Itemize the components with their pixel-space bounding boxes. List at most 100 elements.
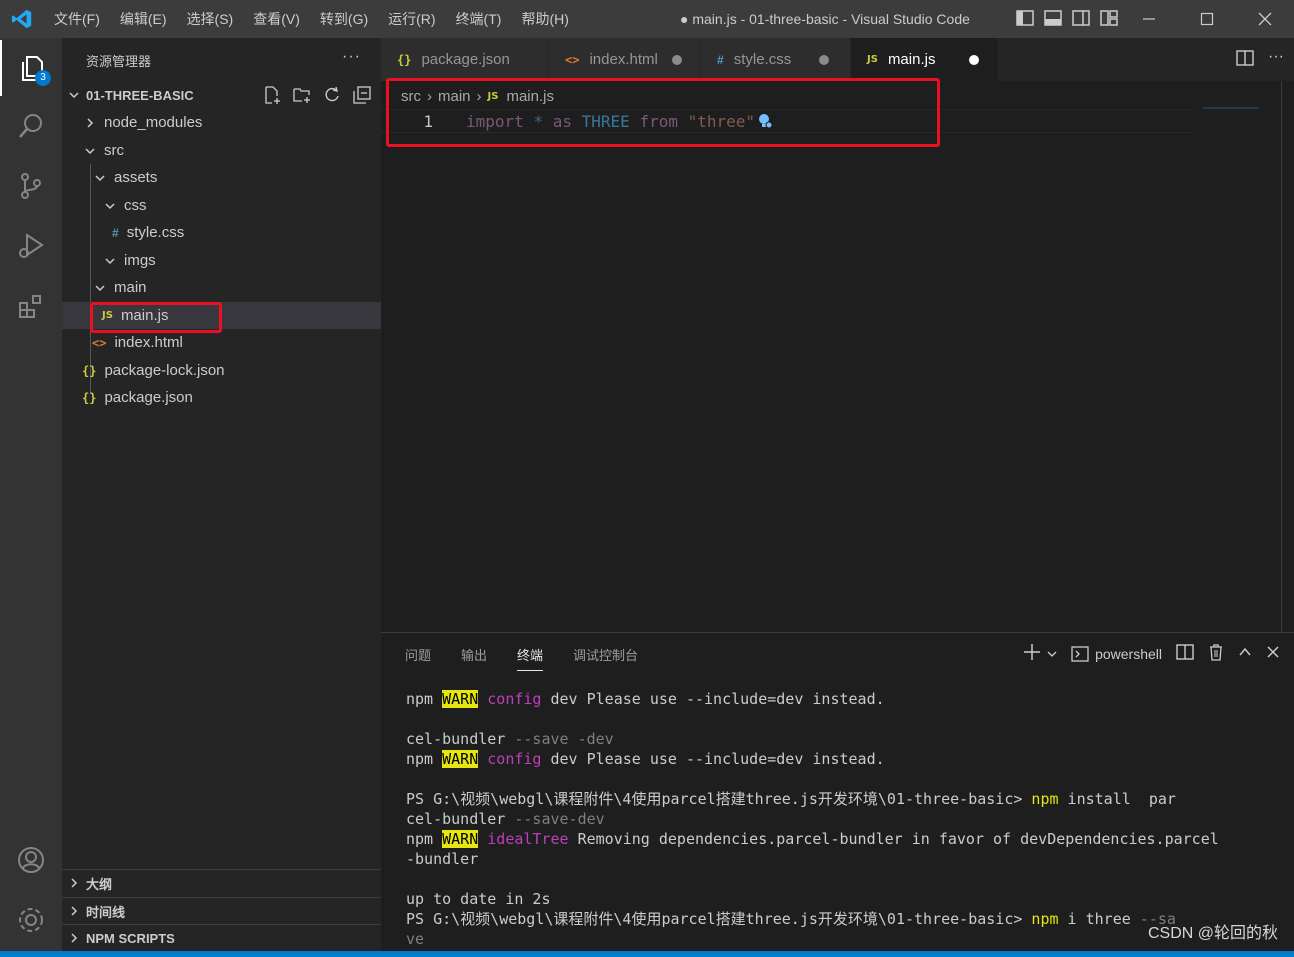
new-file-icon[interactable] xyxy=(261,84,283,106)
tree-item-assets[interactable]: assets xyxy=(62,164,381,191)
tree-item-node-modules[interactable]: node_modules xyxy=(62,109,381,136)
minimize-icon[interactable] xyxy=(1120,0,1178,38)
tree-item-main-folder[interactable]: main xyxy=(62,274,381,301)
bottom-panel: 问题 输出 终端 调试控制台 powershell npm WARN confi… xyxy=(381,632,1294,951)
chevron-right-icon xyxy=(62,877,86,889)
editor-scrollbar[interactable] xyxy=(1281,81,1282,632)
chevron-down-icon xyxy=(102,200,118,212)
source-control-activity[interactable] xyxy=(0,158,62,214)
menu-selection[interactable]: 选择(S) xyxy=(177,0,244,38)
terminal-text: npm xyxy=(1031,910,1059,928)
tree-item-package-json[interactable]: {} package.json xyxy=(62,384,381,411)
close-window-icon[interactable] xyxy=(1236,0,1294,38)
customize-layout-icon[interactable] xyxy=(1100,9,1118,27)
css-file-icon: # xyxy=(112,225,119,240)
menu-view[interactable]: 查看(V) xyxy=(243,0,310,38)
outline-panel-header[interactable]: 大纲 xyxy=(62,869,381,896)
tab-style-css[interactable]: # style.css xyxy=(701,38,851,81)
tree-item-label: css xyxy=(124,197,147,214)
tree-item-style-css[interactable]: # style.css xyxy=(62,219,381,246)
new-folder-icon[interactable] xyxy=(291,84,313,106)
terminal-icon xyxy=(1071,645,1089,662)
run-debug-icon xyxy=(19,233,44,258)
editor-tab-bar: {} package.json <> index.html # style.cs… xyxy=(381,38,1294,81)
terminal-text: cel-bundler xyxy=(406,810,506,828)
chevron-right-icon xyxy=(62,905,86,917)
more-actions-icon[interactable]: ··· xyxy=(1268,49,1284,70)
tab-problems[interactable]: 问题 xyxy=(405,645,431,671)
highlight-box-editor xyxy=(386,78,940,147)
code-editor[interactable]: src › main › JS main.js 1 import * as TH… xyxy=(381,78,1294,632)
close-panel-icon[interactable] xyxy=(1266,645,1280,662)
toggle-panel-icon[interactable] xyxy=(1044,9,1062,27)
terminal-shell-selector[interactable]: powershell xyxy=(1071,645,1162,663)
maximize-icon[interactable] xyxy=(1178,0,1236,38)
chevron-down-icon[interactable] xyxy=(1047,646,1057,662)
accounts-activity[interactable] xyxy=(0,832,62,888)
chevron-down-icon xyxy=(82,145,98,157)
terminal-text: --save -dev xyxy=(505,730,614,748)
tree-item-css[interactable]: css xyxy=(62,192,381,219)
split-terminal-icon[interactable] xyxy=(1176,643,1194,664)
toggle-secondary-sidebar-icon[interactable] xyxy=(1072,9,1090,27)
vscode-logo-icon xyxy=(0,0,44,38)
npm-scripts-panel-header[interactable]: NPM SCRIPTS xyxy=(62,924,381,951)
tab-output[interactable]: 输出 xyxy=(461,645,487,671)
manage-activity[interactable] xyxy=(0,892,62,948)
extensions-activity[interactable] xyxy=(0,278,62,334)
tab-debug-console[interactable]: 调试控制台 xyxy=(573,645,638,671)
warn-label: WARN xyxy=(442,750,479,768)
tab-package-json[interactable]: {} package.json xyxy=(381,38,549,81)
shell-name: powershell xyxy=(1095,645,1162,662)
tab-terminal[interactable]: 终端 xyxy=(517,645,544,671)
tree-item-imgs[interactable]: imgs xyxy=(62,247,381,274)
more-actions-icon[interactable]: ··· xyxy=(342,48,361,66)
menu-run[interactable]: 运行(R) xyxy=(378,0,445,38)
terminal-text: cel-bundler xyxy=(406,730,506,748)
unsaved-dot-icon[interactable] xyxy=(819,54,830,65)
run-debug-activity[interactable] xyxy=(0,218,62,274)
source-control-icon xyxy=(21,173,41,199)
tree-item-index-html[interactable]: <> index.html xyxy=(62,329,381,356)
chevron-up-icon[interactable] xyxy=(1238,645,1252,662)
menu-go[interactable]: 转到(G) xyxy=(310,0,378,38)
toggle-sidebar-icon[interactable] xyxy=(1016,9,1034,27)
tree-item-label: package.json xyxy=(104,389,193,406)
trash-icon[interactable] xyxy=(1208,643,1224,664)
tab-main-js[interactable]: JS main.js xyxy=(851,38,999,81)
html-file-icon: <> xyxy=(92,335,107,350)
minimap[interactable] xyxy=(1203,107,1259,109)
tree-item-label: main xyxy=(114,279,147,296)
tree-item-src[interactable]: src xyxy=(62,137,381,164)
refresh-icon[interactable] xyxy=(321,84,343,106)
collapse-all-icon[interactable] xyxy=(351,84,373,106)
menu-edit[interactable]: 编辑(E) xyxy=(110,0,177,38)
tree-item-package-lock-json[interactable]: {} package-lock.json xyxy=(62,357,381,384)
unsaved-dot-icon[interactable] xyxy=(969,54,980,65)
terminal-text: Removing dependencies.parcel-bundler in … xyxy=(568,830,1219,848)
json-file-icon: {} xyxy=(82,363,97,378)
chevron-down-icon xyxy=(92,172,108,184)
tab-index-html[interactable]: <> index.html xyxy=(549,38,701,81)
menu-help[interactable]: 帮助(H) xyxy=(511,0,578,38)
terminal-text: idealTree xyxy=(487,830,569,848)
npm-scripts-label: NPM SCRIPTS xyxy=(86,930,175,946)
terminal-line: PS G:\视频\webgl\课程附件\4使用parcel搭建three.js开… xyxy=(406,909,1276,929)
split-editor-icon[interactable] xyxy=(1236,49,1254,70)
workspace-root[interactable]: 01-THREE-BASIC xyxy=(62,82,381,108)
timeline-panel-header[interactable]: 时间线 xyxy=(62,897,381,924)
new-terminal-icon[interactable] xyxy=(1023,643,1041,664)
terminal-text: dev Please use --include=dev instead. xyxy=(541,690,885,708)
search-activity[interactable] xyxy=(0,98,62,154)
terminal-text: up to date in 2s xyxy=(406,890,551,908)
menu-file[interactable]: 文件(F) xyxy=(44,0,110,38)
workspace-root-label: 01-THREE-BASIC xyxy=(86,87,194,103)
terminal-output[interactable]: npm WARN config dev Please use --include… xyxy=(406,689,1276,949)
terminal-text: i three xyxy=(1058,910,1140,928)
tree-item-label: src xyxy=(104,142,124,159)
unsaved-dot-icon[interactable] xyxy=(671,54,682,65)
explorer-activity[interactable]: 3 xyxy=(0,40,62,96)
menu-terminal[interactable]: 终端(T) xyxy=(446,0,512,38)
